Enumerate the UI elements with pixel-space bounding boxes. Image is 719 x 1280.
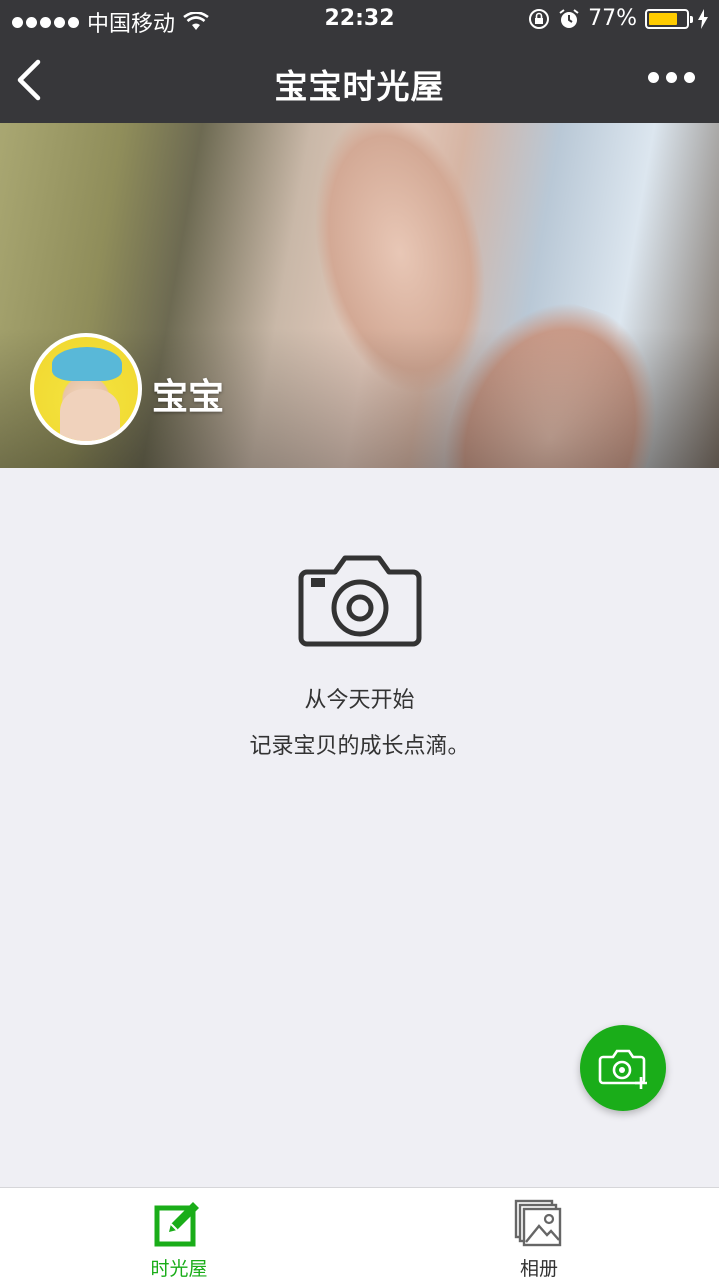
tab-time-house[interactable]: 时光屋 [89, 1188, 269, 1280]
navigation-bar: 宝宝时光屋 [0, 40, 719, 123]
camera-add-icon [598, 1049, 647, 1089]
tab-album[interactable]: 相册 [449, 1188, 629, 1280]
add-photo-button[interactable] [580, 1025, 666, 1111]
charging-bolt-icon [698, 8, 708, 29]
alarm-icon [559, 8, 579, 28]
edit-icon [154, 1202, 199, 1247]
baby-name: 宝宝 [152, 377, 225, 418]
avatar-hat [52, 347, 122, 381]
camera-icon [298, 555, 422, 647]
status-right: 77% [528, 6, 709, 31]
empty-message-line1: 从今天开始 [304, 688, 415, 713]
cover-banner: 宝宝 [0, 123, 719, 468]
tab-label: 时光屋 [150, 1258, 208, 1280]
more-button[interactable] [648, 72, 695, 83]
status-bar: 中国移动 22:32 77% [0, 0, 719, 40]
tab-label: 相册 [519, 1258, 558, 1280]
rotation-lock-icon [529, 8, 550, 29]
avatar-baby [60, 389, 120, 441]
avatar[interactable] [30, 333, 142, 445]
tab-bar: 时光屋 相册 [0, 1187, 719, 1280]
empty-message-line2: 记录宝贝的成长点滴。 [249, 734, 470, 759]
more-dots-icon [648, 72, 659, 83]
album-icon [514, 1199, 562, 1247]
page-title: 宝宝时光屋 [274, 67, 445, 106]
battery-icon [645, 8, 693, 29]
battery-percent: 77% [588, 6, 637, 31]
battery-fill [649, 12, 677, 25]
